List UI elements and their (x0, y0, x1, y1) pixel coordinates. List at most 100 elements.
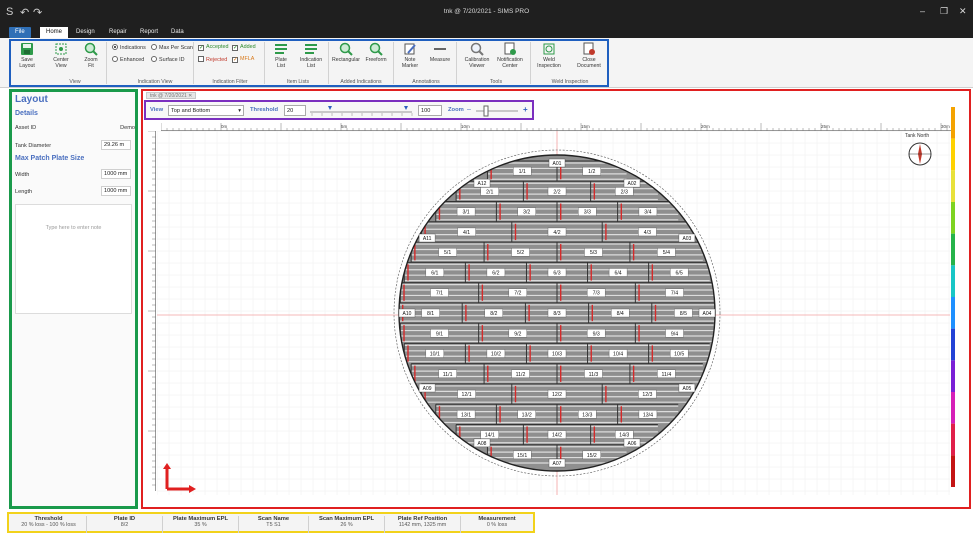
threshold-slider[interactable] (308, 104, 416, 118)
zoom-in-icon[interactable]: + (523, 105, 528, 114)
threshold-min-input[interactable]: 20 (284, 105, 306, 116)
tank-floor-plot[interactable]: 1/1 1/2 2/1 2/2 2/3 3/1 3/2 3/3 3/4 4/1 4/2 4/3 5/1 5… (156, 130, 950, 495)
plate-label[interactable]: 6/2 (492, 270, 499, 276)
plate-label[interactable]: 2/2 (553, 189, 560, 195)
tab-report[interactable]: Report (134, 27, 164, 38)
edge-label[interactable]: A03 (682, 236, 691, 242)
length-field[interactable]: 1000 mm (101, 186, 131, 196)
plate-label[interactable]: 7/2 (514, 291, 521, 297)
indication-mark[interactable] (638, 284, 640, 301)
indication-mark[interactable] (620, 406, 623, 423)
edge-label[interactable]: A12 (478, 181, 487, 187)
rejected-checkbox[interactable]: Rejected (198, 56, 227, 63)
plate-label[interactable]: 8/4 (617, 311, 624, 317)
edge-label[interactable]: A05 (682, 386, 691, 392)
indication-mark[interactable] (593, 426, 596, 443)
indication-mark[interactable] (590, 264, 592, 281)
plate-label[interactable]: 4/3 (644, 230, 651, 236)
enhanced-radio[interactable]: Enhanced (112, 56, 144, 63)
indication-mark[interactable] (651, 345, 654, 362)
calibration-viewer-button[interactable]: Calibration Viewer (462, 42, 492, 70)
indication-mark[interactable] (514, 223, 517, 241)
tab-data[interactable]: Data (165, 27, 190, 38)
edge-label[interactable]: A06 (628, 441, 637, 447)
indication-mark[interactable] (560, 365, 562, 382)
threshold-max-input[interactable]: 100 (418, 105, 442, 116)
zoom-slider-handle[interactable] (483, 105, 489, 117)
edge-label[interactable]: A07 (553, 461, 562, 467)
indication-mark[interactable] (499, 203, 501, 220)
indication-mark[interactable] (459, 183, 461, 200)
threshold-min-handle[interactable] (328, 106, 332, 110)
plate-label[interactable]: 10/5 (674, 352, 684, 358)
plate-label[interactable]: 5/4 (663, 250, 670, 256)
edge-label[interactable]: A04 (703, 311, 712, 317)
indication-mark[interactable] (490, 446, 492, 463)
indication-mark[interactable] (526, 426, 528, 443)
tab-repair[interactable]: Repair (103, 27, 133, 38)
indication-mark[interactable] (590, 345, 592, 362)
added-checkbox[interactable]: ✓ Added (232, 44, 256, 51)
plate-label[interactable]: 2/3 (621, 189, 628, 195)
plate-label[interactable]: 14/3 (619, 433, 629, 439)
close-document-button[interactable]: Close Document (574, 42, 604, 70)
max-per-scan-radio[interactable]: Max Per Scan (151, 44, 193, 51)
plate-label[interactable]: 11/1 (443, 372, 453, 378)
plate-label[interactable]: 10/3 (552, 352, 562, 358)
center-view-button[interactable]: Center View (50, 42, 72, 70)
plate-list-button[interactable]: Plate List (270, 42, 292, 70)
plate-label[interactable]: 5/3 (590, 250, 597, 256)
plate-label[interactable]: 9/4 (671, 331, 678, 337)
plate-label[interactable]: 6/5 (676, 270, 683, 276)
plate-label[interactable]: 7/4 (671, 291, 678, 297)
threshold-max-handle[interactable] (404, 106, 408, 110)
tank-diameter-field[interactable]: 29.26 m (101, 140, 131, 150)
indication-mark[interactable] (638, 325, 640, 342)
indication-mark[interactable] (526, 183, 528, 200)
rectangular-button[interactable]: Rectangular (331, 42, 361, 64)
plate-label[interactable]: 13/4 (643, 412, 653, 418)
plate-label[interactable]: 14/2 (552, 433, 562, 439)
plate-label[interactable]: 15/1 (517, 453, 527, 459)
indication-list-button[interactable]: Indication List (298, 42, 324, 70)
edge-label[interactable]: A10 (403, 311, 412, 317)
indication-mark[interactable] (529, 345, 531, 362)
plate-label[interactable]: 5/1 (444, 250, 451, 256)
indication-mark[interactable] (632, 244, 635, 261)
plate-label[interactable]: 4/2 (553, 230, 560, 236)
plate-label[interactable]: 6/1 (431, 270, 438, 276)
edge-label[interactable]: A09 (423, 386, 432, 392)
indication-mark[interactable] (591, 304, 593, 322)
indication-mark[interactable] (481, 325, 484, 342)
plate-label[interactable]: 8/5 (680, 311, 687, 317)
plate-label[interactable]: 7/3 (593, 291, 600, 297)
plate-label[interactable]: 5/2 (517, 250, 524, 256)
plate-label[interactable]: 9/2 (514, 331, 521, 337)
plate-label[interactable]: 13/2 (522, 412, 532, 418)
indication-mark[interactable] (468, 345, 470, 362)
indication-mark[interactable] (529, 264, 531, 281)
restore-button[interactable]: ❐ (940, 6, 948, 17)
note-textarea[interactable]: Type here to enter note (15, 204, 132, 314)
plate-label[interactable]: 9/1 (436, 331, 443, 337)
plate-label[interactable]: 8/3 (553, 311, 560, 317)
plate-label[interactable]: 9/3 (593, 331, 600, 337)
save-layout-button[interactable]: Save Layout (16, 42, 38, 70)
indication-mark[interactable] (490, 163, 492, 180)
plate-label[interactable]: 10/2 (491, 352, 501, 358)
plate-label[interactable]: 3/3 (584, 210, 591, 216)
close-button[interactable]: ✕ (959, 6, 967, 17)
plate-label[interactable]: 3/4 (644, 210, 651, 216)
plate-label[interactable]: 11/3 (589, 372, 599, 378)
indication-mark[interactable] (560, 203, 562, 220)
plate-label[interactable]: 2/1 (486, 189, 493, 195)
plate-label[interactable]: 14/1 (485, 433, 495, 439)
indication-mark[interactable] (499, 406, 501, 423)
plate-label[interactable]: 1/1 (519, 169, 526, 175)
notification-center-button[interactable]: Notification Center (494, 42, 526, 70)
accepted-checkbox[interactable]: ✓ Accepted (198, 44, 228, 51)
indication-mark[interactable] (605, 223, 607, 241)
indication-mark[interactable] (605, 385, 607, 403)
surface-id-radio[interactable]: Surface ID (151, 56, 184, 63)
tab-design[interactable]: Design (70, 27, 101, 38)
